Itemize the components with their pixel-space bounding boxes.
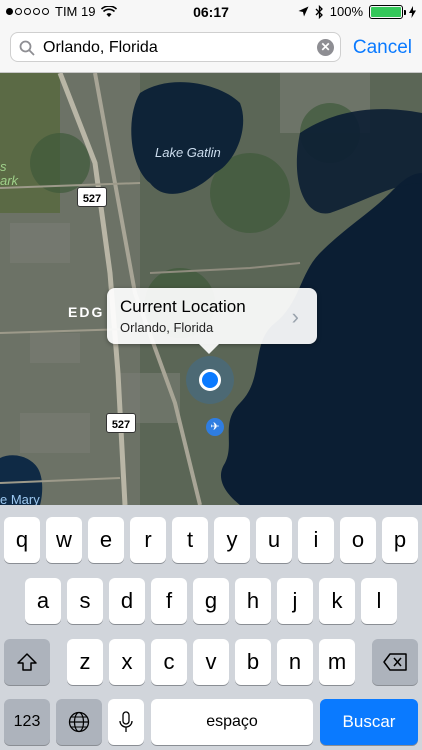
key-j[interactable]: j	[277, 578, 313, 624]
current-location-callout[interactable]: Current Location Orlando, Florida ›	[107, 288, 317, 354]
key-p[interactable]: p	[382, 517, 418, 563]
keyboard: q w e r t y u i o p a s d f g h j k l z …	[0, 507, 422, 750]
backspace-icon	[383, 653, 407, 671]
shift-key[interactable]	[4, 639, 50, 685]
key-c[interactable]: c	[151, 639, 187, 685]
key-w[interactable]: w	[46, 517, 82, 563]
globe-key[interactable]	[56, 699, 102, 745]
key-k[interactable]: k	[319, 578, 355, 624]
key-o[interactable]: o	[340, 517, 376, 563]
map-label-lake-gatlin: Lake Gatlin	[155, 145, 221, 160]
key-f[interactable]: f	[151, 578, 187, 624]
key-z[interactable]: z	[67, 639, 103, 685]
chevron-right-icon[interactable]: ›	[292, 304, 299, 330]
search-icon	[19, 40, 35, 56]
callout-subtitle: Orlando, Florida	[120, 320, 214, 335]
key-u[interactable]: u	[256, 517, 292, 563]
key-m[interactable]: m	[319, 639, 355, 685]
search-return-key[interactable]: Buscar	[320, 699, 418, 745]
key-y[interactable]: y	[214, 517, 250, 563]
shift-arrow-icon	[17, 653, 37, 671]
search-bar: Orlando, Florida ✕ Cancel	[0, 24, 422, 73]
map-label-park: ark	[0, 173, 19, 188]
search-query-text: Orlando, Florida	[43, 39, 158, 56]
key-d[interactable]: d	[109, 578, 145, 624]
key-g[interactable]: g	[193, 578, 229, 624]
key-r[interactable]: r	[130, 517, 166, 563]
key-a[interactable]: a	[25, 578, 61, 624]
key-s[interactable]: s	[67, 578, 103, 624]
space-key[interactable]: espaço	[151, 699, 313, 745]
numbers-key[interactable]: 123	[4, 699, 50, 745]
airport-icon[interactable]: ✈	[206, 418, 224, 436]
highway-shield-527-south: 527	[106, 413, 136, 433]
status-bar: TIM 19 06:17 100%	[0, 0, 422, 24]
key-v[interactable]: v	[193, 639, 229, 685]
map-label-edge: EDG	[68, 304, 105, 320]
bluetooth-icon	[315, 4, 323, 19]
highway-shield-527-north: 527	[77, 187, 107, 207]
battery-percentage: 100%	[329, 4, 363, 19]
key-x[interactable]: x	[109, 639, 145, 685]
map-label-mary: e Mary	[0, 492, 40, 505]
globe-icon	[68, 711, 90, 733]
battery-icon	[369, 4, 406, 19]
key-b[interactable]: b	[235, 639, 271, 685]
status-right: 100%	[298, 4, 416, 19]
location-arrow-icon	[298, 6, 309, 17]
backspace-key[interactable]	[372, 639, 418, 685]
cancel-button[interactable]: Cancel	[353, 37, 412, 59]
clear-icon[interactable]: ✕	[317, 39, 334, 56]
charging-bolt-icon	[409, 5, 416, 18]
key-l[interactable]: l	[361, 578, 397, 624]
key-i[interactable]: i	[298, 517, 334, 563]
microphone-icon	[119, 711, 133, 732]
dictation-key[interactable]	[108, 699, 144, 745]
callout-title: Current Location	[120, 297, 246, 316]
key-h[interactable]: h	[235, 578, 271, 624]
key-n[interactable]: n	[277, 639, 313, 685]
key-t[interactable]: t	[172, 517, 208, 563]
key-q[interactable]: q	[4, 517, 40, 563]
map-view[interactable]: Lake Gatlin s ark EDG e Mary 527 527 ✈ C…	[0, 73, 422, 505]
key-e[interactable]: e	[88, 517, 124, 563]
current-location-dot[interactable]	[199, 369, 221, 391]
map-label-s: s	[0, 159, 7, 174]
search-input[interactable]: Orlando, Florida ✕	[10, 32, 341, 62]
